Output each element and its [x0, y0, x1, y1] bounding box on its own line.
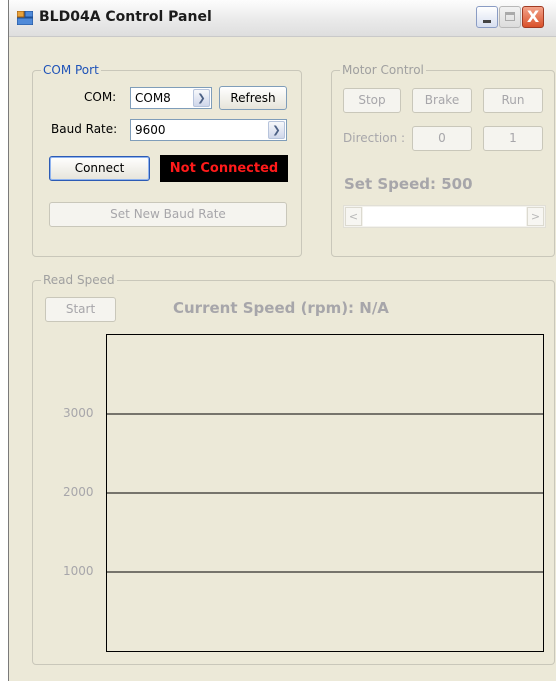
chevron-down-icon[interactable]: ❯	[268, 121, 285, 139]
scroll-right-icon[interactable]: >	[527, 207, 544, 226]
direction-label: Direction :	[343, 131, 406, 145]
stop-button[interactable]: Stop	[343, 88, 401, 113]
close-icon: X	[526, 7, 540, 26]
scroll-left-icon[interactable]: <	[345, 207, 362, 226]
window-title: BLD04A Control Panel	[39, 9, 212, 25]
com-select-value: COM8	[135, 91, 171, 105]
baud-rate-select[interactable]: 9600 ❯	[130, 119, 287, 141]
set-speed-label: Set Speed: 500	[344, 175, 473, 193]
direction-0-button[interactable]: 0	[412, 126, 472, 151]
read-speed-legend: Read Speed	[41, 273, 117, 287]
refresh-button[interactable]: Refresh	[219, 86, 287, 110]
minimize-button[interactable]	[476, 6, 498, 28]
connection-status: Not Connected	[160, 155, 288, 182]
speed-chart-plot	[107, 413, 543, 573]
y-tick-label: 3000	[63, 406, 94, 420]
app-window-icon	[17, 11, 33, 25]
maximize-icon	[505, 12, 515, 21]
y-tick-label: 2000	[63, 485, 94, 499]
app-window: BLD04A Control Panel X COM Port COM: COM…	[8, 0, 556, 681]
speed-chart	[106, 334, 544, 652]
run-button[interactable]: Run	[483, 88, 543, 113]
brake-button[interactable]: Brake	[412, 88, 472, 113]
minimize-icon	[483, 20, 491, 23]
maximize-button[interactable]	[499, 6, 521, 28]
y-tick-label: 1000	[63, 564, 94, 578]
motor-control-legend: Motor Control	[340, 63, 426, 77]
start-button[interactable]: Start	[45, 297, 116, 322]
com-label: COM:	[84, 90, 117, 104]
set-new-baud-rate-button[interactable]: Set New Baud Rate	[49, 202, 287, 227]
connect-button[interactable]: Connect	[49, 156, 150, 181]
close-button[interactable]: X	[522, 6, 544, 28]
speed-slider-track[interactable]	[363, 207, 526, 226]
com-select[interactable]: COM8 ❯	[130, 87, 212, 109]
direction-1-button[interactable]: 1	[483, 126, 543, 151]
title-bar[interactable]: BLD04A Control Panel X	[9, 0, 556, 37]
speed-slider[interactable]: < >	[343, 205, 546, 228]
baud-rate-label: Baud Rate:	[51, 122, 118, 136]
current-speed-readout: Current Speed (rpm): N/A	[173, 299, 389, 317]
baud-rate-value: 9600	[135, 123, 166, 137]
chevron-down-icon[interactable]: ❯	[193, 89, 210, 107]
com-port-legend: COM Port	[41, 63, 101, 77]
